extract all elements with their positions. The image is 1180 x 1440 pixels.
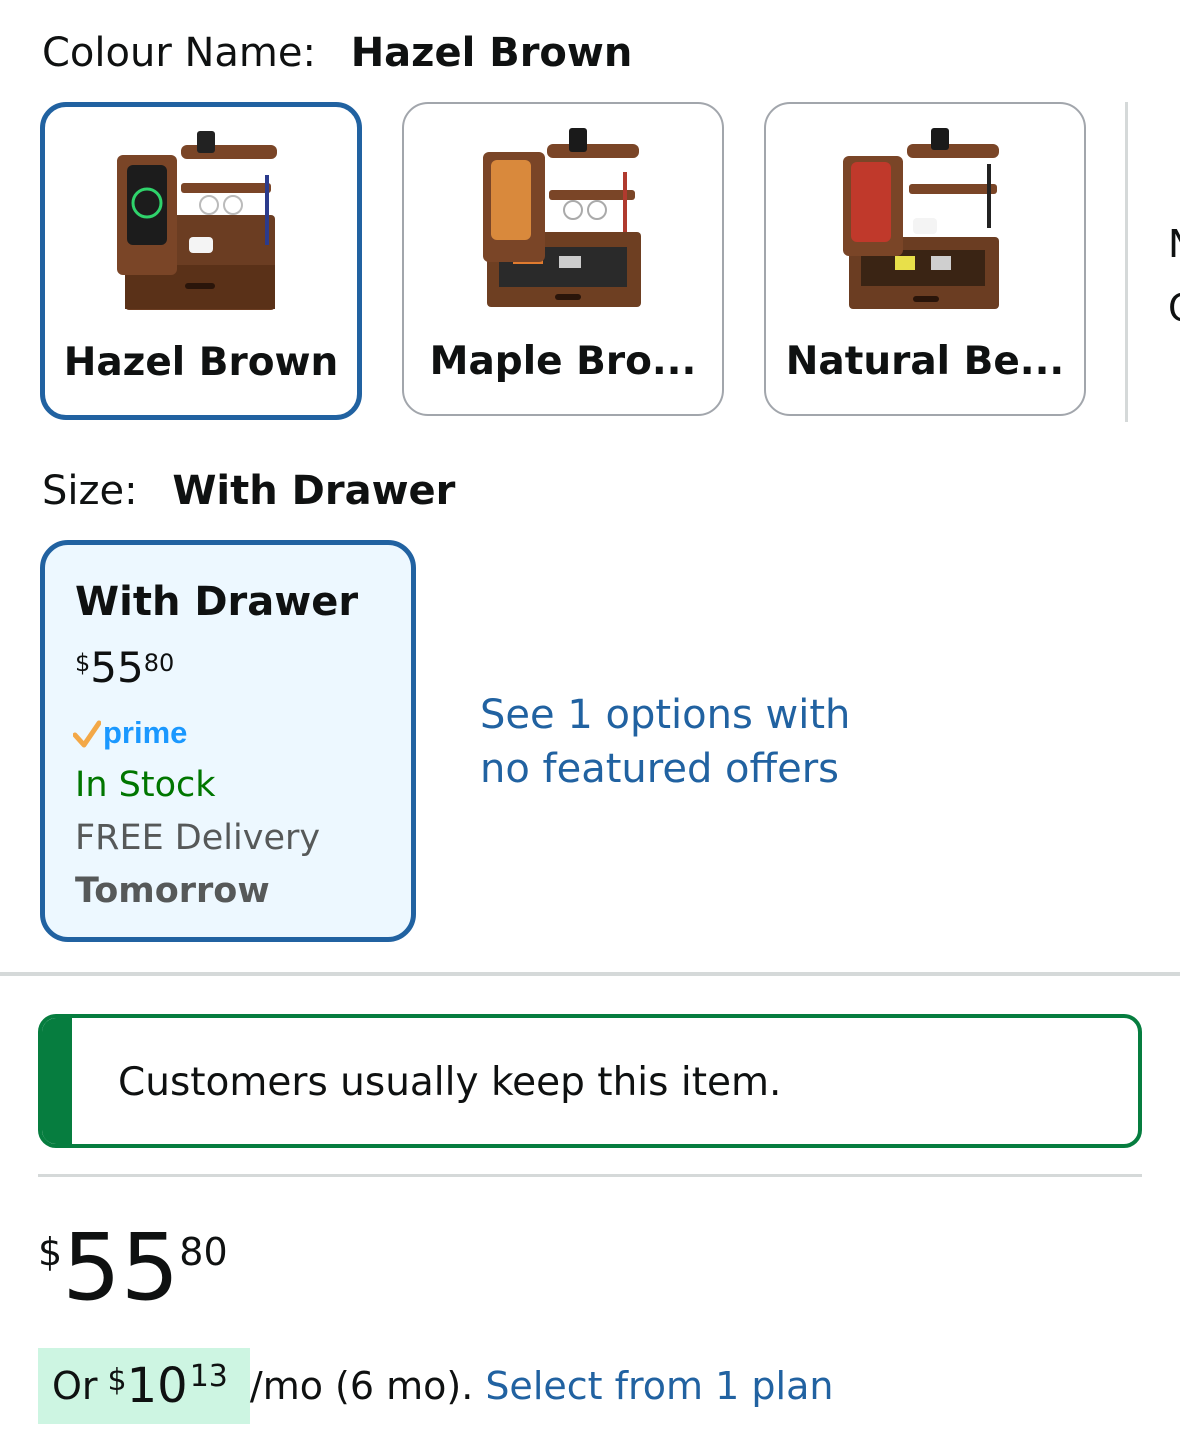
swatch-label: Hazel Brown xyxy=(63,340,339,385)
see-options-link[interactable]: See 1 options with no featured offers xyxy=(480,688,900,796)
partial-label-line-1: N xyxy=(1168,212,1180,276)
installment-fraction: 13 xyxy=(189,1358,228,1394)
installment-prefix: Or xyxy=(52,1364,98,1408)
price-symbol: $ xyxy=(75,649,91,677)
customers-keep-notice: Customers usually keep this item. xyxy=(38,1014,1142,1148)
size-option-title: With Drawer xyxy=(75,579,359,625)
swatch-natural-beige[interactable]: Natural Be... xyxy=(764,102,1086,416)
notice-accent-bar xyxy=(42,1018,72,1144)
colour-swatch-list: Hazel Brown Maple Bro... Natural Be... xyxy=(40,102,1180,422)
product-image-hazel-brown xyxy=(117,131,277,310)
delivery-text: FREE Delivery xyxy=(75,818,321,858)
size-option-with-drawer[interactable]: With Drawer $5580 prime In Stock FREE De… xyxy=(40,540,416,942)
installment-term: /mo (6 mo). xyxy=(249,1364,474,1408)
price-fraction: 80 xyxy=(143,649,175,677)
notice-message: Customers usually keep this item. xyxy=(118,1060,782,1105)
size-selected-value: With Drawer xyxy=(172,468,456,514)
prime-check-icon xyxy=(73,720,101,748)
main-price: $5580 xyxy=(38,1220,228,1316)
colour-selected-value: Hazel Brown xyxy=(350,30,633,76)
swatch-label: Maple Bro... xyxy=(429,339,697,384)
prime-label: prime xyxy=(103,715,188,750)
swatch-label: Natural Be... xyxy=(785,339,1065,384)
main-price-fraction: 80 xyxy=(179,1230,228,1274)
partial-label-line-2: C xyxy=(1168,276,1180,340)
stock-status: In Stock xyxy=(75,765,216,805)
installment-row: Or $10 13 /mo (6 mo). Select from 1 plan xyxy=(38,1348,833,1424)
size-label: Size: xyxy=(42,468,138,514)
size-row: Size: With Drawer xyxy=(42,468,455,514)
main-price-symbol: $ xyxy=(38,1230,63,1274)
price-divider xyxy=(38,1174,1142,1177)
section-divider xyxy=(0,972,1180,976)
size-option-price: $5580 xyxy=(75,643,174,692)
next-swatch-partial-label[interactable]: N C xyxy=(1168,212,1180,340)
product-image-natural-beige xyxy=(843,128,999,309)
product-image-maple-brown xyxy=(483,128,641,307)
delivery-day: Tomorrow xyxy=(75,871,270,911)
main-price-whole: 55 xyxy=(62,1214,180,1321)
prime-badge: prime xyxy=(73,715,187,751)
swatch-hazel-brown[interactable]: Hazel Brown xyxy=(40,102,362,420)
select-plan-link[interactable]: Select from 1 plan xyxy=(485,1364,833,1408)
colour-name-row: Colour Name: Hazel Brown xyxy=(42,30,632,76)
installment-whole: 10 xyxy=(126,1358,188,1414)
colour-label: Colour Name: xyxy=(42,30,316,76)
installment-symbol: $ xyxy=(107,1362,127,1398)
price-whole: 55 xyxy=(90,643,144,692)
swatch-maple-brown[interactable]: Maple Bro... xyxy=(402,102,724,416)
installment-amount-highlight: Or $10 13 xyxy=(38,1348,250,1424)
swatch-list-divider xyxy=(1125,102,1128,422)
